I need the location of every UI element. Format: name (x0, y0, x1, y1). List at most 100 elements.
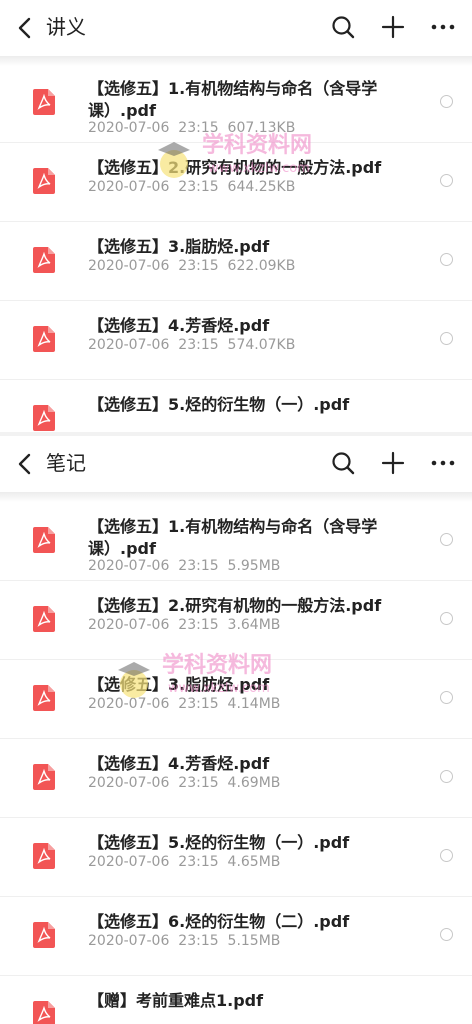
radio-circle-icon[interactable] (440, 770, 453, 783)
file-meta: 2020-07-06 23:15 644.25KB (88, 179, 295, 195)
file-time: 23:15 (178, 179, 219, 195)
radio-circle-icon[interactable] (440, 849, 453, 862)
file-time: 23:15 (178, 617, 219, 633)
pdf-file-icon (33, 405, 55, 431)
page-title: 讲义 (46, 15, 86, 39)
file-meta: 2020-07-06 23:15 4.14MB (88, 696, 280, 712)
file-row[interactable]: 【选修五】4.芳香烃.pdf 2020-07-06 23:15 4.69MB (0, 739, 472, 818)
file-name: 【选修五】3.脂肪烃.pdf (88, 237, 270, 256)
file-size: 574.07KB (227, 337, 296, 353)
top-bar: 讲义 (0, 0, 472, 56)
file-name: 【选修五】4.芳香烃.pdf (88, 754, 270, 773)
file-size: 4.69MB (227, 775, 281, 791)
file-meta: 2020-07-06 23:15 607.13KB (88, 120, 295, 136)
file-time: 23:15 (178, 558, 219, 574)
plus-icon[interactable] (380, 450, 406, 476)
file-size: 4.65MB (227, 854, 281, 870)
file-size: 5.15MB (227, 933, 281, 949)
search-icon[interactable] (330, 450, 356, 476)
file-date: 2020-07-06 (88, 854, 170, 870)
file-time: 23:15 (178, 854, 219, 870)
file-row[interactable]: 【选修五】2.研究有机物的一般方法.pdf 2020-07-06 23:15 6… (0, 143, 472, 222)
pdf-file-icon (33, 247, 55, 273)
file-row[interactable]: 【选修五】2.研究有机物的一般方法.pdf 2020-07-06 23:15 3… (0, 581, 472, 660)
file-row[interactable]: 【选修五】5.烃的衍生物（一）.pdf (0, 380, 472, 436)
radio-circle-icon[interactable] (440, 253, 453, 266)
radio-circle-icon[interactable] (440, 612, 453, 625)
radio-circle-icon[interactable] (440, 332, 453, 345)
file-time: 23:15 (178, 933, 219, 949)
file-date: 2020-07-06 (88, 558, 170, 574)
file-date: 2020-07-06 (88, 337, 170, 353)
file-date: 2020-07-06 (88, 617, 170, 633)
file-row[interactable]: 【选修五】3.脂肪烃.pdf 2020-07-06 23:15 4.14MB (0, 660, 472, 739)
file-name: 【选修五】1.有机物结构与命名（含导学课）.pdf (88, 79, 378, 120)
file-name: 【选修五】6.烃的衍生物（二）.pdf (88, 912, 350, 931)
file-name: 【选修五】5.烃的衍生物（一）.pdf (88, 833, 350, 852)
file-name: 【赠】考前重难点1.pdf (88, 991, 264, 1010)
file-date: 2020-07-06 (88, 775, 170, 791)
back-arrow-icon[interactable] (14, 16, 38, 40)
pdf-file-icon (33, 685, 55, 711)
file-name: 【选修五】2.研究有机物的一般方法.pdf (88, 596, 382, 615)
pdf-file-icon (33, 89, 55, 115)
radio-circle-icon[interactable] (440, 928, 453, 941)
file-meta: 2020-07-06 23:15 3.64MB (88, 617, 280, 633)
file-time: 23:15 (178, 775, 219, 791)
pdf-file-icon (33, 168, 55, 194)
file-meta: 2020-07-06 23:15 574.07KB (88, 337, 295, 353)
file-name: 【选修五】2.研究有机物的一般方法.pdf (88, 158, 382, 177)
file-name: 【选修五】4.芳香烃.pdf (88, 316, 270, 335)
file-date: 2020-07-06 (88, 258, 170, 274)
handout-panel: 讲义 【选修五】1.有机物结构与命名（含导学课）.pdf 2020-07-06 … (0, 0, 472, 436)
radio-circle-icon[interactable] (440, 691, 453, 704)
search-icon[interactable] (330, 14, 356, 40)
more-dots-icon[interactable] (430, 14, 456, 40)
file-meta: 2020-07-06 23:15 4.69MB (88, 775, 280, 791)
more-dots-icon[interactable] (430, 450, 456, 476)
notes-panel: 笔记 【选修五】1.有机物结构与命名（含导学课）.pdf 2020-07-06 … (0, 436, 472, 1024)
file-row[interactable]: 【选修五】3.脂肪烃.pdf 2020-07-06 23:15 622.09KB (0, 222, 472, 301)
file-row[interactable]: 【选修五】6.烃的衍生物（二）.pdf 2020-07-06 23:15 5.1… (0, 897, 472, 976)
pdf-file-icon (33, 326, 55, 352)
top-bar: 笔记 (0, 436, 472, 492)
file-time: 23:15 (178, 258, 219, 274)
file-meta: 2020-07-06 23:15 622.09KB (88, 258, 295, 274)
file-date: 2020-07-06 (88, 696, 170, 712)
radio-circle-icon[interactable] (440, 174, 453, 187)
file-meta: 2020-07-06 23:15 4.65MB (88, 854, 280, 870)
radio-circle-icon[interactable] (440, 95, 453, 108)
file-size: 5.95MB (227, 558, 281, 574)
back-arrow-icon[interactable] (14, 452, 38, 476)
pdf-file-icon (33, 843, 55, 869)
file-size: 622.09KB (227, 258, 296, 274)
pdf-file-icon (33, 1001, 55, 1024)
plus-icon[interactable] (380, 14, 406, 40)
file-size: 4.14MB (227, 696, 281, 712)
file-size: 607.13KB (227, 120, 296, 136)
file-name: 【选修五】1.有机物结构与命名（含导学课）.pdf (88, 517, 378, 558)
pdf-file-icon (33, 922, 55, 948)
file-size: 644.25KB (227, 179, 296, 195)
file-row[interactable]: 【选修五】1.有机物结构与命名（含导学课）.pdf 2020-07-06 23:… (0, 502, 472, 581)
file-list: 【选修五】1.有机物结构与命名（含导学课）.pdf 2020-07-06 23:… (0, 64, 472, 436)
file-date: 2020-07-06 (88, 933, 170, 949)
file-name: 【选修五】3.脂肪烃.pdf (88, 675, 270, 694)
pdf-file-icon (33, 606, 55, 632)
file-size: 3.64MB (227, 617, 281, 633)
file-list: 【选修五】1.有机物结构与命名（含导学课）.pdf 2020-07-06 23:… (0, 502, 472, 1024)
file-time: 23:15 (178, 120, 219, 136)
pdf-file-icon (33, 527, 55, 553)
header-shadow (0, 492, 472, 502)
file-date: 2020-07-06 (88, 179, 170, 195)
file-meta: 2020-07-06 23:15 5.15MB (88, 933, 280, 949)
page-title: 笔记 (46, 451, 86, 475)
pdf-file-icon (33, 764, 55, 790)
file-row[interactable]: 【选修五】5.烃的衍生物（一）.pdf 2020-07-06 23:15 4.6… (0, 818, 472, 897)
file-time: 23:15 (178, 337, 219, 353)
file-row[interactable]: 【选修五】4.芳香烃.pdf 2020-07-06 23:15 574.07KB (0, 301, 472, 380)
radio-circle-icon[interactable] (440, 533, 453, 546)
file-row[interactable]: 【赠】考前重难点1.pdf (0, 976, 472, 1024)
file-date: 2020-07-06 (88, 120, 170, 136)
file-row[interactable]: 【选修五】1.有机物结构与命名（含导学课）.pdf 2020-07-06 23:… (0, 64, 472, 143)
